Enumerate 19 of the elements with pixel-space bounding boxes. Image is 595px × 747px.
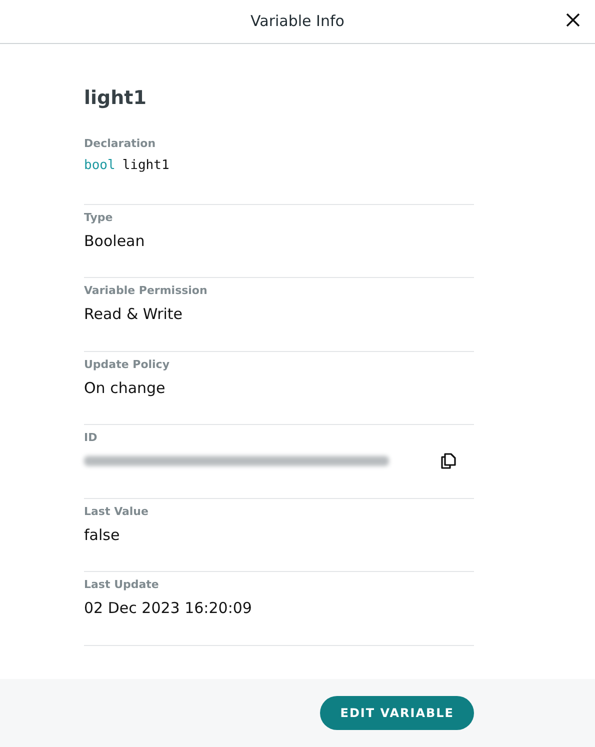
field-label: Variable Permission <box>84 283 208 299</box>
field-value: 02 Dec 2023 16:20:09 <box>84 598 253 619</box>
field-label: Update Policy <box>84 356 171 372</box>
field-value: Read & Write <box>84 304 184 325</box>
field-label: Declaration <box>84 136 157 152</box>
field-label: Type <box>84 210 114 226</box>
code-identifier: light1 <box>122 157 170 175</box>
field-value: Boolean <box>84 230 146 252</box>
field-label: Last Value <box>84 504 150 520</box>
field-label: Last Update <box>84 577 160 593</box>
code-keyword: bool <box>84 157 116 175</box>
field-label: ID <box>84 430 98 446</box>
copy-icon[interactable] <box>438 451 458 471</box>
field-value: On change <box>84 378 166 398</box>
window-title: Variable Info <box>250 11 344 32</box>
variable-name: light1 <box>84 86 148 111</box>
close-icon <box>566 13 580 27</box>
field-value: false <box>84 524 121 546</box>
edit-variable-button[interactable]: EDIT VARIABLE <box>320 696 474 730</box>
